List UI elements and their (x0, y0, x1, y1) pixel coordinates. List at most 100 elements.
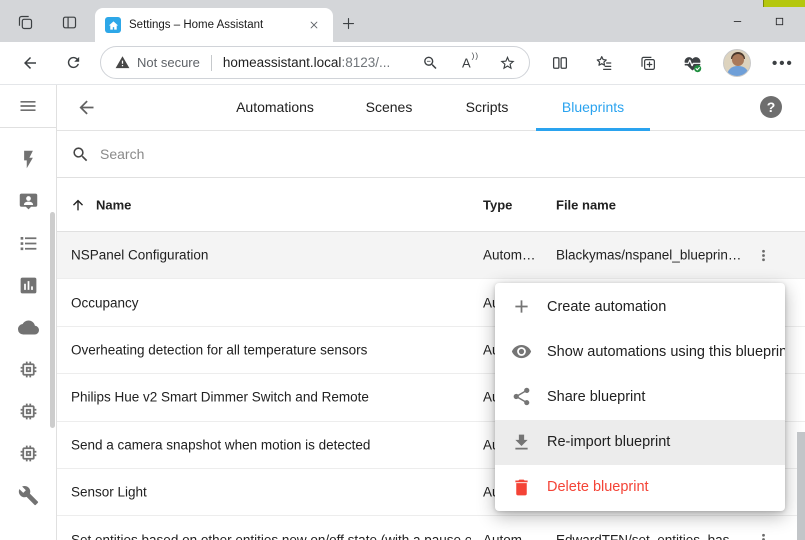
column-header-file-name[interactable]: File name (556, 197, 616, 212)
cloud-icon (18, 317, 39, 338)
collections-icon[interactable] (639, 54, 657, 72)
row-file-name: EdwardTFN/set_entities_bas… (556, 532, 752, 540)
table-header: Name Type File name (57, 178, 805, 232)
chip-icon (18, 359, 39, 380)
chip-icon (18, 401, 39, 422)
read-aloud-icon[interactable] (462, 55, 479, 70)
row-type: Autom… (483, 532, 545, 540)
context-menu-item-label: Re-import blueprint (547, 434, 670, 450)
profile-avatar[interactable] (723, 49, 751, 77)
browser-refresh-icon[interactable] (65, 54, 82, 71)
tab-blueprints[interactable]: Blueprints (562, 99, 624, 115)
chart-box-icon (18, 275, 39, 296)
sidebar-item-cloud[interactable] (0, 306, 56, 348)
browser-tab-settings-home-assistant[interactable]: Settings – Home Assistant (95, 8, 333, 42)
browser-toolbar: Not secure homeassistant.local :8123/... (0, 42, 805, 85)
eye-icon (510, 341, 532, 363)
table-row[interactable]: Set entities based on other entities new… (57, 516, 805, 540)
row-name: Philips Hue v2 Smart Dimmer Switch and R… (71, 390, 369, 405)
sidebar-item-chip[interactable] (0, 390, 56, 432)
row-file-name: Blackymas/nspanel_blueprin… (556, 248, 752, 263)
sidebar-item-list[interactable] (0, 222, 56, 264)
hamburger-menu-icon (18, 96, 38, 116)
main-scrollbar-thumb[interactable] (797, 432, 805, 540)
tab-scenes[interactable]: Scenes (366, 99, 413, 115)
back-arrow-icon[interactable] (76, 97, 97, 118)
more-options-icon[interactable]: ••• (772, 55, 794, 72)
sidebar-item-chart-box[interactable] (0, 264, 56, 306)
ha-main-panel: Automations Scenes Scripts Blueprints ? Nam… (57, 85, 805, 540)
window-minimize-button[interactable] (724, 12, 750, 30)
menu-item-create-automation[interactable]: Create automation (495, 284, 785, 329)
table-row[interactable]: NSPanel Configuration Autom… Blackymas/n… (57, 232, 805, 279)
tab-actions-icon[interactable] (61, 14, 78, 31)
address-bar[interactable]: Not secure homeassistant.local :8123/... (100, 46, 530, 79)
help-icon[interactable]: ? (760, 96, 782, 118)
split-screen-icon[interactable] (551, 54, 569, 72)
search-icon (71, 145, 90, 164)
column-header-name[interactable]: Name (96, 197, 131, 212)
cloud-icon (18, 317, 39, 338)
avatar-face (732, 54, 744, 66)
new-tab-icon[interactable] (341, 16, 356, 31)
chip-icon (18, 443, 39, 464)
security-status-label[interactable]: Not secure (137, 55, 200, 70)
flash-icon (18, 149, 39, 170)
favorite-star-icon[interactable] (499, 54, 516, 71)
context-menu-item-label: Create automation (547, 299, 666, 315)
row-type: Autom… (483, 248, 545, 263)
row-overflow-menu-icon[interactable] (754, 531, 772, 540)
chart-box-icon (18, 275, 39, 296)
download-icon (511, 432, 532, 453)
eye-icon (511, 341, 532, 362)
context-menu-item-label: Show automations using this blueprint (547, 344, 785, 360)
url-port-path[interactable]: :8123/... (341, 55, 390, 70)
ha-sidebar (0, 85, 57, 540)
row-name: Occupancy (71, 295, 139, 310)
ha-header: Automations Scenes Scripts Blueprints ? (57, 85, 805, 131)
row-overflow-menu-icon[interactable] (754, 246, 772, 264)
trash-icon (510, 476, 532, 498)
tab-scripts[interactable]: Scripts (466, 99, 509, 115)
sidebar-item-chip[interactable] (0, 432, 56, 474)
url-host[interactable]: homeassistant.local (223, 55, 342, 70)
context-menu-item-label: Delete blueprint (547, 479, 649, 495)
search-row (57, 131, 805, 178)
plus-icon (511, 296, 532, 317)
zoom-out-icon[interactable] (422, 54, 439, 71)
workspaces-icon[interactable] (17, 14, 34, 31)
account-badge-icon (18, 191, 39, 212)
browser-back-icon[interactable] (21, 54, 39, 72)
trash-icon (511, 477, 532, 498)
browser-essentials-icon[interactable] (683, 54, 702, 73)
list-icon (18, 233, 39, 254)
active-tab-underline (536, 128, 650, 131)
search-input[interactable] (100, 146, 805, 162)
account-badge-icon (18, 191, 39, 212)
window-maximize-button[interactable] (766, 12, 792, 30)
sidebar-item-chip[interactable] (0, 348, 56, 390)
list-icon (18, 233, 39, 254)
sidebar-menu-button[interactable] (0, 85, 56, 128)
chip-icon (18, 359, 39, 380)
chip-icon (18, 401, 39, 422)
menu-item-re-import-blueprint[interactable]: Re-import blueprint (495, 420, 785, 465)
menu-item-delete-blueprint[interactable]: Delete blueprint (495, 465, 785, 510)
tab-close-icon[interactable] (305, 16, 323, 34)
sidebar-item-account-badge[interactable] (0, 180, 56, 222)
sidebar-item-wrench[interactable] (0, 474, 56, 516)
column-header-type[interactable]: Type (483, 197, 512, 212)
avatar-shirt (727, 66, 749, 77)
menu-item-show-automations-using-this-blueprint[interactable]: Show automations using this blueprint (495, 329, 785, 374)
address-divider (211, 55, 212, 71)
menu-item-share-blueprint[interactable]: Share blueprint (495, 374, 785, 419)
wrench-icon (18, 485, 39, 506)
row-name: Send a camera snapshot when motion is de… (71, 437, 370, 452)
sidebar-item-flash[interactable] (0, 138, 56, 180)
row-name: Sensor Light (71, 485, 147, 500)
not-secure-warning-icon (115, 55, 130, 70)
row-name: Overheating detection for all temperatur… (71, 342, 367, 357)
tab-automations[interactable]: Automations (236, 99, 314, 115)
sidebar-scrollbar-thumb[interactable] (50, 212, 55, 428)
favorites-hub-icon[interactable] (595, 54, 613, 72)
